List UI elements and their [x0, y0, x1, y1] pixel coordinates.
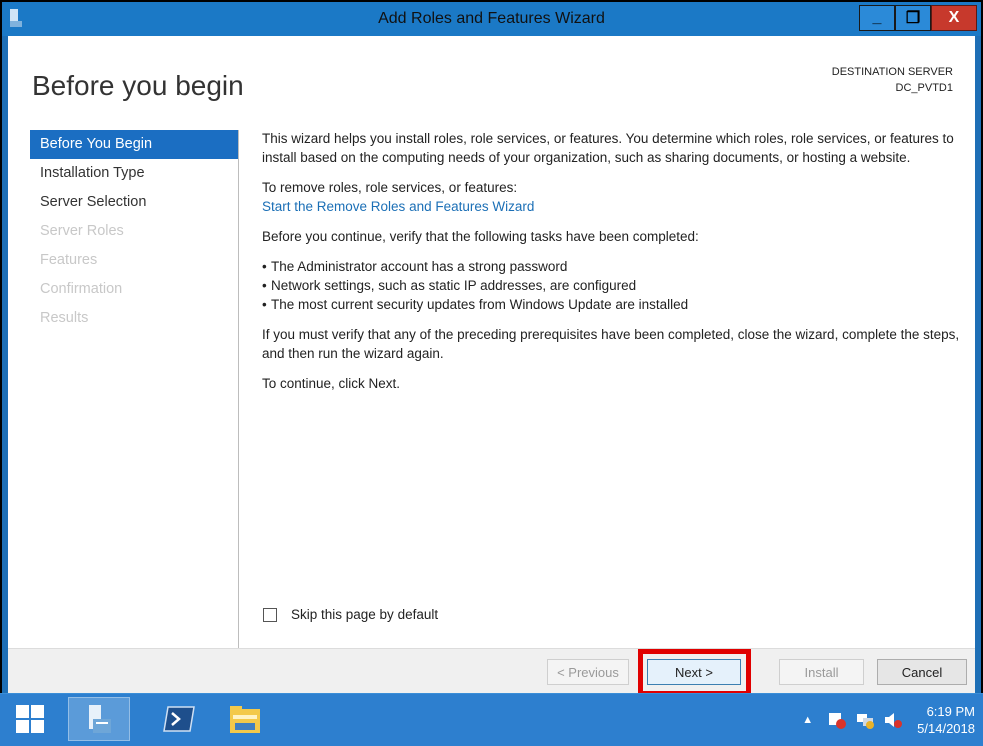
system-tray: ▲ 6:19 PM 5/14/2018 — [802, 694, 975, 746]
nav-item-before-you-begin[interactable]: Before You Begin — [30, 130, 238, 159]
list-item: • Network settings, such as static IP add… — [262, 278, 637, 293]
remove-text: To remove roles, role services, or featu… — [262, 180, 518, 195]
volume-muted-icon[interactable] — [883, 711, 903, 729]
list-item: • The Administrator account has a strong … — [262, 259, 568, 274]
wizard-content: Before you begin DESTINATION SERVER DC_P… — [8, 36, 975, 654]
continue-text: To continue, click Next. — [262, 376, 401, 391]
clock-time: 6:19 PM — [926, 704, 975, 719]
cancel-button[interactable]: Cancel — [877, 659, 967, 685]
nav-item-results: Results — [40, 310, 89, 326]
taskbar-server-manager[interactable] — [68, 697, 130, 741]
taskbar-file-explorer[interactable] — [215, 697, 275, 741]
intro-text: This wizard helps you install roles, rol… — [262, 131, 954, 165]
skip-page-checkbox[interactable] — [263, 607, 277, 622]
server-manager-icon — [89, 705, 111, 733]
destination-value: DC_PVTD1 — [895, 82, 953, 94]
skip-page-option[interactable]: Skip this page by default — [263, 607, 438, 622]
destination-label: DESTINATION SERVER — [831, 66, 953, 78]
destination-server: DESTINATION SERVER DC_PVTD1 — [832, 64, 953, 96]
nav-item-features: Features — [40, 252, 98, 268]
window-controls: _ ❐ X — [859, 5, 977, 31]
install-button: Install — [779, 659, 864, 685]
start-button[interactable] — [2, 697, 58, 741]
wizard-body: This wizard helps you install roles, rol… — [262, 129, 966, 393]
wizard-footer: < Previous Next > Install Cancel — [8, 648, 975, 696]
powershell-icon — [163, 706, 195, 732]
minimize-button[interactable]: _ — [859, 5, 895, 31]
nav-item-installation-type[interactable]: Installation Type — [30, 159, 238, 188]
skip-page-label: Skip this page by default — [291, 607, 439, 622]
taskbar: ▲ 6:19 PM 5/14/2018 — [0, 693, 983, 746]
restore-button[interactable]: ❐ — [895, 5, 931, 31]
page-title: Before you begin — [32, 70, 244, 101]
action-center-icon[interactable] — [827, 711, 847, 729]
next-button-highlight — [638, 649, 751, 696]
remove-wizard-link[interactable]: Start the Remove Roles and Features Wiza… — [262, 197, 966, 216]
nav-divider — [238, 130, 239, 654]
nav-item-server-selection[interactable]: Server Selection — [30, 188, 238, 217]
window-title: Add Roles and Features Wizard — [378, 10, 605, 27]
list-item: • The most current security updates from … — [262, 297, 689, 312]
network-icon[interactable] — [855, 711, 875, 729]
windows-logo-icon — [16, 705, 44, 733]
nav-item-server-roles: Server Roles — [40, 223, 124, 239]
clock-date: 5/14/2018 — [917, 721, 975, 736]
folder-icon — [230, 706, 260, 733]
tray-overflow-icon[interactable]: ▲ — [802, 714, 813, 726]
prereq-text: If you must verify that any of the prece… — [262, 327, 960, 361]
clock[interactable]: 6:19 PM 5/14/2018 — [917, 703, 975, 737]
wizard-nav: Before You Begin Installation Type Serve… — [30, 130, 238, 333]
previous-button: < Previous — [547, 659, 629, 685]
verify-text: Before you continue, verify that the fol… — [262, 229, 699, 244]
taskbar-powershell[interactable] — [148, 697, 210, 741]
title-bar[interactable]: Add Roles and Features Wizard _ ❐ X — [2, 2, 981, 36]
nav-item-confirmation: Confirmation — [40, 281, 123, 297]
close-button[interactable]: X — [931, 5, 977, 31]
